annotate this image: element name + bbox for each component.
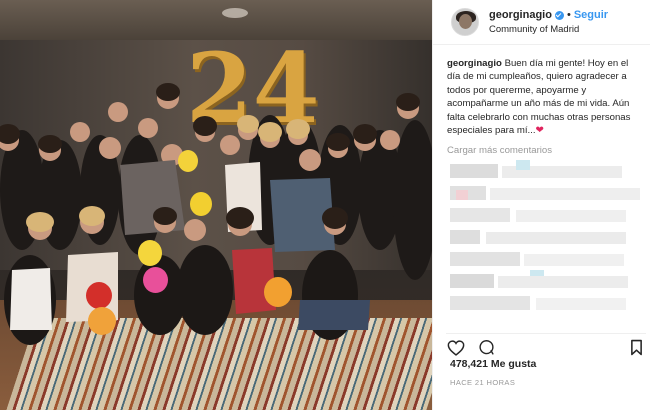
separator-dot: •: [566, 8, 571, 21]
pink-balloon: [143, 267, 168, 293]
comments-section: georginagio Buen día mi gente! Hoy en el…: [433, 45, 650, 156]
caption: georginagio Buen día mi gente! Hoy en el…: [447, 57, 636, 137]
post-header: georginagio • Seguir Community of Madrid: [433, 0, 650, 45]
follow-button[interactable]: Seguir: [574, 9, 608, 22]
location-link[interactable]: Community of Madrid: [489, 24, 608, 35]
action-bar: [446, 333, 646, 357]
load-more-comments[interactable]: Cargar más comentarios: [447, 145, 636, 156]
heart-icon[interactable]: [446, 338, 466, 358]
yellow-balloon: [190, 192, 212, 216]
orange-balloon: [264, 277, 292, 307]
blurred-comments: [446, 160, 646, 318]
username-link[interactable]: georginagio: [489, 9, 552, 22]
likes-count[interactable]: 478,421 Me gusta: [450, 358, 536, 370]
caption-username[interactable]: georginagio: [447, 58, 502, 69]
red-balloon: [86, 282, 112, 309]
bookmark-icon[interactable]: [626, 338, 646, 358]
yellow-balloon: [138, 240, 162, 266]
group-of-people: [0, 83, 432, 345]
post-timestamp[interactable]: HACE 21 HORAS: [450, 378, 515, 387]
avatar[interactable]: [451, 8, 479, 36]
comment-icon[interactable]: [476, 338, 496, 358]
post-photo[interactable]: 24: [0, 0, 432, 410]
verified-badge-icon: [554, 10, 564, 20]
yellow-balloon: [178, 150, 198, 172]
heart-emoji: ❤: [535, 125, 544, 137]
orange-balloon: [88, 307, 116, 335]
